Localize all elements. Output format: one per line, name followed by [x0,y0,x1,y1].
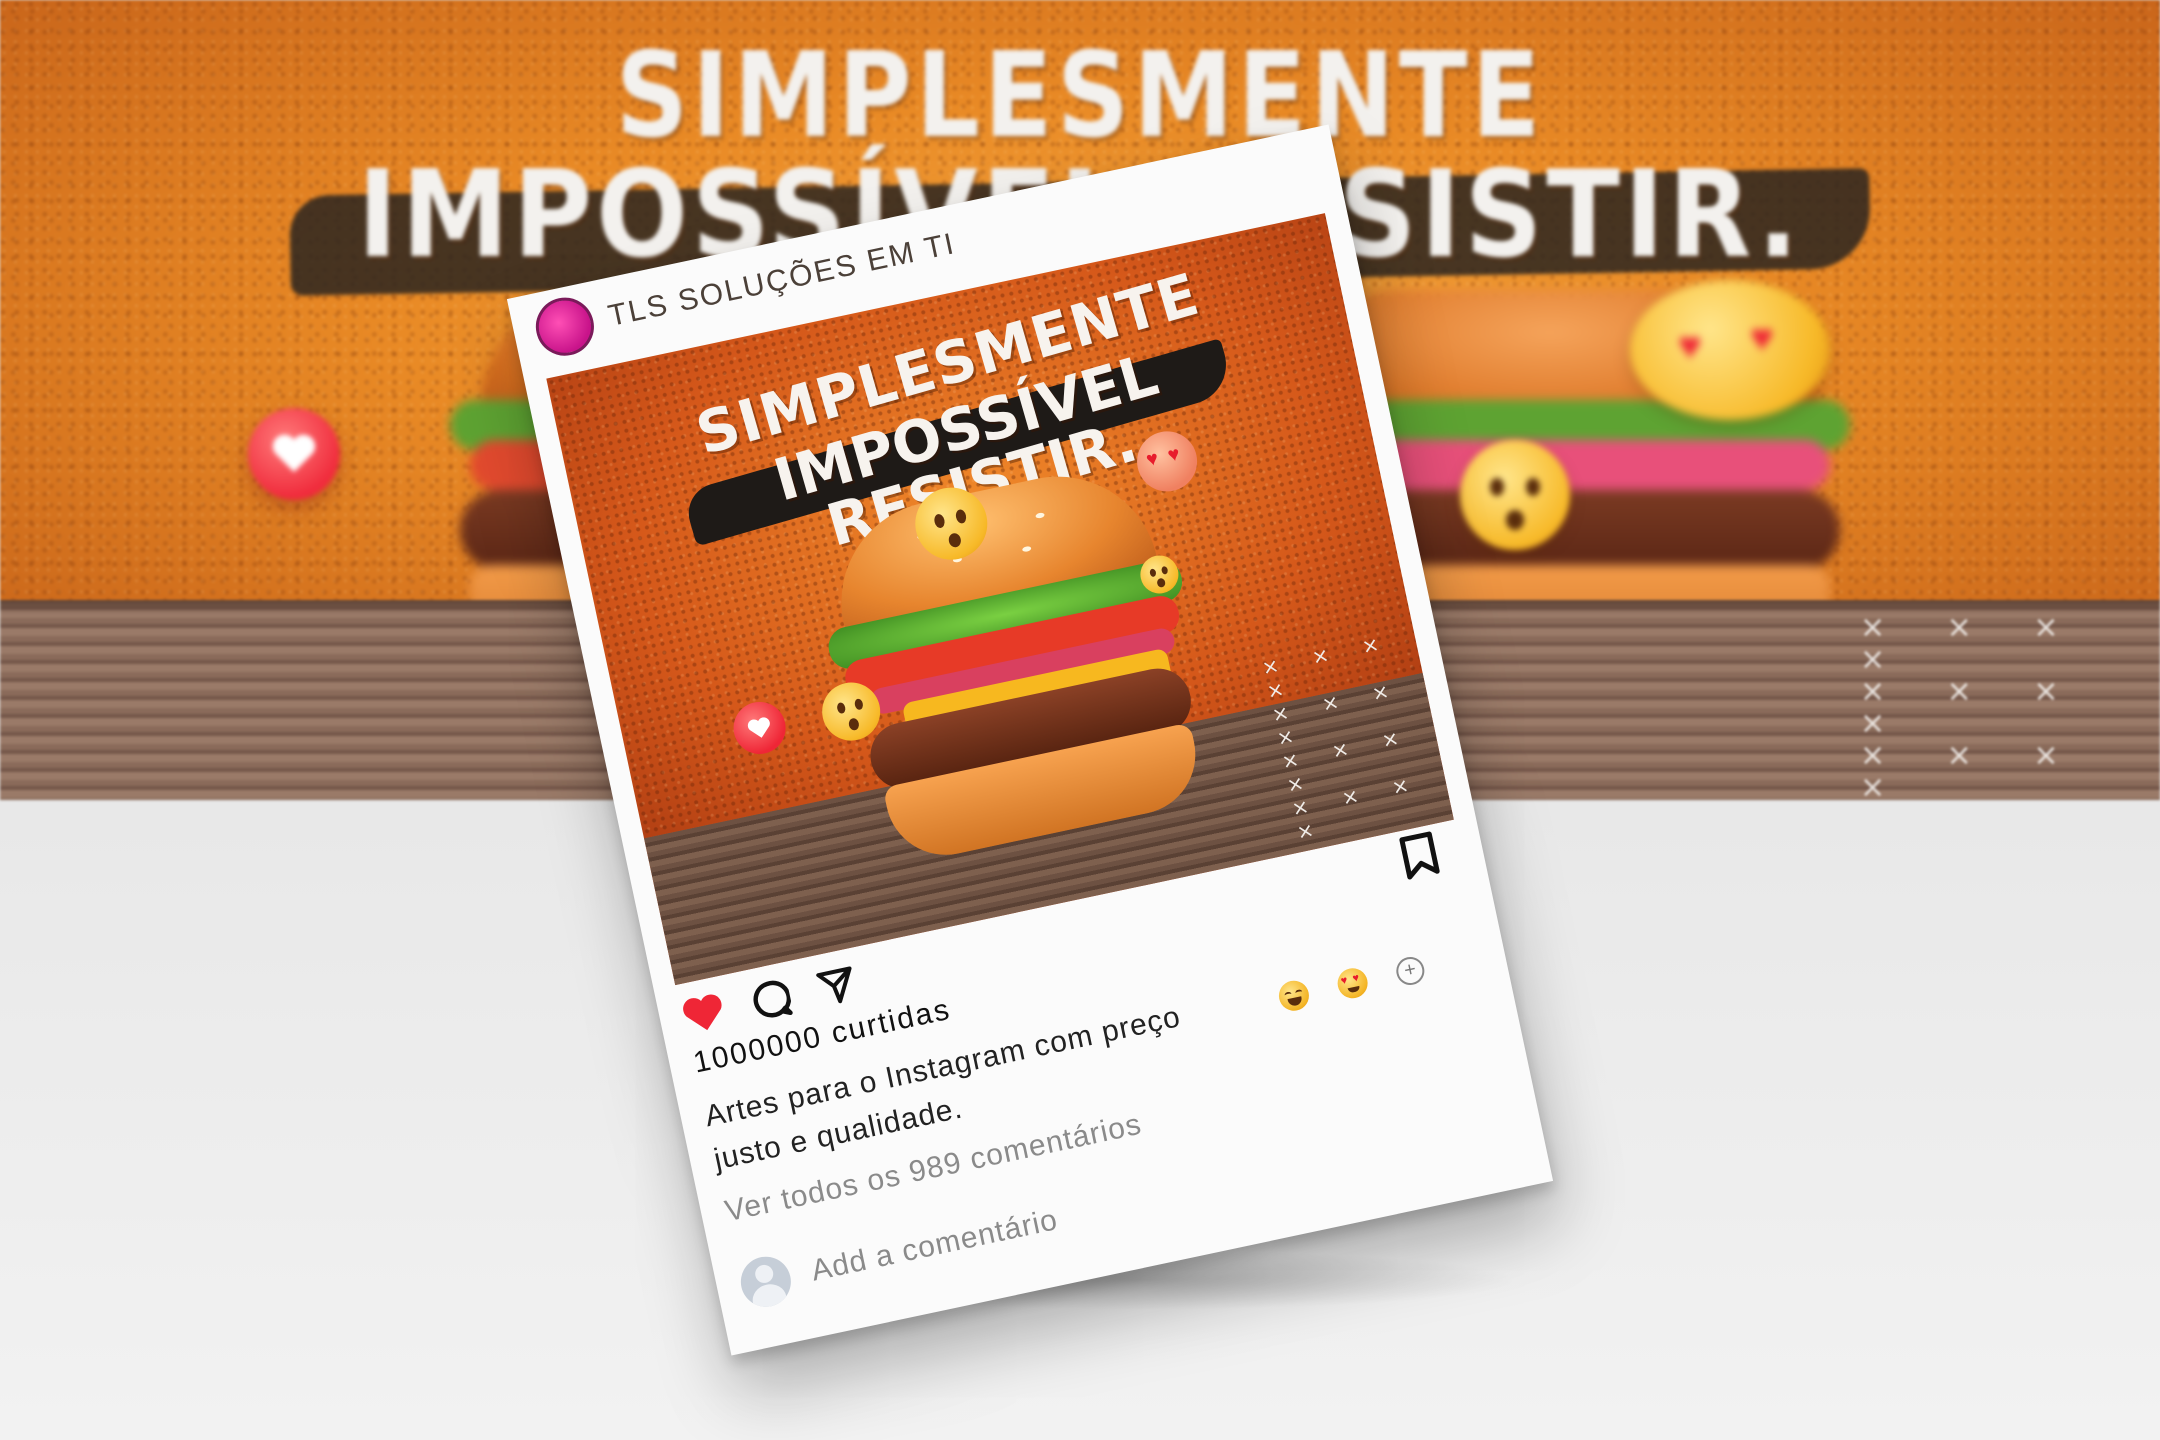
heart-eyes-emoji-icon-large: ♥ ♥ [1630,280,1830,420]
bookmark-icon[interactable] [1398,830,1440,880]
laughing-emoji-icon[interactable] [1276,977,1312,1014]
comment-icon[interactable] [744,974,796,1026]
x-pattern-decoration: × × × × × × × × × × × × × × × × [1860,610,2085,801]
account-avatar[interactable] [530,292,600,362]
burger-photo [803,454,1230,881]
heart-eyes-emoji-icon[interactable]: ♥ ♥ [1334,965,1371,1002]
send-icon[interactable] [811,959,863,1011]
surprised-emoji-icon-right [1460,440,1570,550]
heart-icon[interactable] [678,988,730,1040]
user-avatar [736,1252,796,1312]
add-reaction-icon[interactable]: + [1393,954,1427,988]
quick-reactions: ♥ ♥ + [1276,953,1427,1014]
floating-heart-icon [248,408,340,500]
background-headline-line1: SIMPLESMENTE [615,27,1545,165]
